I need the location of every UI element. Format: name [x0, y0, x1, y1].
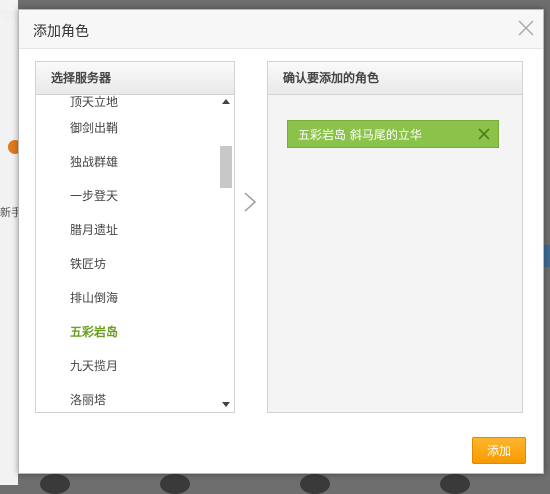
dialog-title: 添加角色 [33, 24, 89, 40]
selected-role-label: 五彩岩岛 斜马尾的立华 [298, 128, 422, 142]
server-item[interactable]: 九天揽月 [36, 349, 218, 383]
confirm-role-panel-header: 确认要添加的角色 [268, 62, 522, 95]
confirm-role-panel: 确认要添加的角色 [267, 61, 523, 413]
remove-icon[interactable] [478, 128, 490, 140]
scroll-up-arrow-icon[interactable] [218, 95, 234, 109]
server-item[interactable]: 御剑出鞘 [36, 111, 218, 145]
server-item[interactable]: 独战群雄 [36, 145, 218, 179]
background-page [0, 0, 18, 485]
add-role-dialog: 添加角色 选择服务器 顶天立地 御剑出鞘 独战群雄 一步登天 腊月遗址 铁匠坊 … [18, 9, 544, 474]
background-icon [40, 474, 70, 494]
server-item[interactable]: 一步登天 [36, 179, 218, 213]
background-icon [300, 474, 330, 494]
chevron-right-icon [242, 191, 258, 213]
scroll-down-arrow-icon[interactable] [218, 398, 234, 412]
server-panel-header: 选择服务器 [36, 62, 234, 95]
background-icon [440, 474, 470, 494]
server-item[interactable]: 腊月遗址 [36, 213, 218, 247]
close-icon[interactable] [517, 19, 535, 37]
server-item[interactable]: 顶天立地 [36, 95, 218, 111]
server-item-selected[interactable]: 五彩岩岛 [36, 315, 218, 349]
dialog-header: 添加角色 [19, 10, 543, 49]
add-button[interactable]: 添加 [472, 437, 526, 464]
selected-role-tag: 五彩岩岛 斜马尾的立华 [287, 120, 499, 148]
server-item[interactable]: 铁匠坊 [36, 247, 218, 281]
server-list-scrollbar[interactable] [218, 95, 234, 412]
server-item[interactable]: 洛丽塔 [36, 383, 218, 412]
server-item[interactable]: 排山倒海 [36, 281, 218, 315]
scrollbar-thumb[interactable] [220, 146, 232, 188]
server-panel: 选择服务器 顶天立地 御剑出鞘 独战群雄 一步登天 腊月遗址 铁匠坊 排山倒海 … [35, 61, 235, 413]
server-list: 顶天立地 御剑出鞘 独战群雄 一步登天 腊月遗址 铁匠坊 排山倒海 五彩岩岛 九… [36, 95, 218, 412]
background-icon [160, 474, 190, 494]
